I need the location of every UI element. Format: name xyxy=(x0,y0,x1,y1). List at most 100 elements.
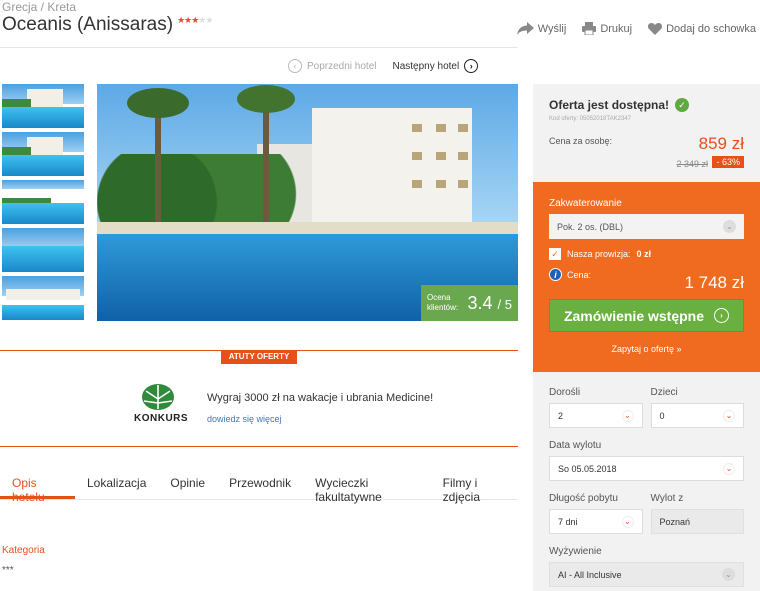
hotel-navigation: ‹ Poprzedni hotel Następny hotel › xyxy=(288,59,479,73)
hotel-stars: ★★★★★ xyxy=(177,15,213,26)
customer-rating-badge: Ocena klientów: 3.4 / 5 xyxy=(421,285,518,321)
next-hotel-label: Następny hotel xyxy=(392,60,460,72)
board-label: Wyżywienie xyxy=(549,546,602,557)
print-button[interactable]: Drukuj xyxy=(582,22,632,35)
thumbnail-strip xyxy=(0,84,86,324)
arrow-right-icon: › xyxy=(714,308,730,323)
prev-hotel-label: Poprzedni hotel xyxy=(307,60,377,72)
trip-options-form: Dorośli 2 ⌄ Dzieci 0 ⌄ Data wylotu So 05… xyxy=(549,387,744,587)
category-value: *** xyxy=(2,565,14,576)
price-per-person: 859 zł xyxy=(698,134,744,153)
chevron-right-icon: › xyxy=(464,59,479,73)
chevron-down-icon: ⌄ xyxy=(723,462,735,475)
features-bottom-divider xyxy=(0,446,518,447)
thumbnail-2[interactable] xyxy=(0,130,86,178)
departure-from-value: Poznań xyxy=(659,516,691,527)
print-label: Drukuj xyxy=(600,22,633,35)
length-select[interactable]: 7 dni ⌄ xyxy=(549,509,643,534)
pre-order-label: Zamówienie wstępne xyxy=(563,307,705,324)
booking-box: Zakwaterowanie Pok. 2 os. (DBL) ⌄ ✓ Nasz… xyxy=(533,182,760,372)
info-icon[interactable]: i xyxy=(549,268,562,281)
ask-about-offer-link[interactable]: Zapytaj o ofertę » xyxy=(549,344,744,354)
chevron-down-icon: ⌄ xyxy=(723,220,736,233)
chevron-left-icon: ‹ xyxy=(288,59,302,73)
pre-order-button[interactable]: Zamówienie wstępne › xyxy=(549,299,744,332)
stars-empty: ★★ xyxy=(198,15,213,25)
tab-location[interactable]: Lokalizacja xyxy=(75,470,158,499)
breadcrumb-country[interactable]: Grecja / xyxy=(2,0,44,14)
save-label: Dodaj do schowka xyxy=(666,22,756,35)
hotel-name: Oceanis (Anissaras) xyxy=(2,14,174,35)
breadcrumb: Grecja / Kreta xyxy=(2,0,76,14)
tab-description[interactable]: Opis hotelu xyxy=(0,470,75,504)
commission-value: 0 zł xyxy=(636,249,652,259)
header-divider xyxy=(0,47,518,48)
hotel-title-row: Oceanis (Anissaras) ★★★★★ xyxy=(2,14,213,36)
adults-value: 2 xyxy=(558,410,564,421)
main-hotel-photo[interactable]: Ocena klientów: 3.4 / 5 xyxy=(97,84,518,321)
save-to-clipboard-button[interactable]: Dodaj do schowka xyxy=(648,22,756,35)
hotel-actions: Wyślij Drukuj Dodaj do schowka xyxy=(516,22,756,35)
tab-guide[interactable]: Przewodnik xyxy=(217,470,303,499)
konkurs-label: KONKURS xyxy=(134,413,189,424)
room-label: Zakwaterowanie xyxy=(549,198,622,209)
total-price: 1 748 zł xyxy=(684,273,744,292)
tab-reviews[interactable]: Opinie xyxy=(158,470,217,499)
promo-title: Wygraj 3000 zł na wakacje i ubrania Medi… xyxy=(207,392,434,404)
tab-media[interactable]: Filmy i zdjęcia xyxy=(431,470,518,504)
adults-label: Dorośli xyxy=(549,387,581,398)
check-icon: ✓ xyxy=(675,98,690,112)
booking-panel: Oferta jest dostępna! ✓ Kod oferty: 0505… xyxy=(533,84,760,591)
per-person-label: Cena za osobę: xyxy=(549,136,613,146)
children-select[interactable]: 0 ⌄ xyxy=(650,403,744,428)
departure-date-select[interactable]: So 05.05.2018 ⌄ xyxy=(549,456,744,481)
promo-learn-more-link[interactable]: dowiedz się więcej xyxy=(207,414,282,424)
departure-value: So 05.05.2018 xyxy=(558,463,617,474)
adults-select[interactable]: 2 ⌄ xyxy=(549,403,643,428)
room-select[interactable]: Pok. 2 os. (DBL) ⌄ xyxy=(549,214,744,239)
departure-from-select[interactable]: Poznań xyxy=(650,509,744,534)
chevron-down-icon: ⌄ xyxy=(621,409,634,422)
board-select[interactable]: AI - All Inclusive ⌄ xyxy=(549,562,744,587)
share-arrow-icon xyxy=(516,22,534,35)
offer-summary: Oferta jest dostępna! ✓ Kod oferty: 0505… xyxy=(533,84,760,182)
board-value: AI - All Inclusive xyxy=(558,569,622,580)
commission-checkbox[interactable]: ✓ xyxy=(549,248,561,260)
discount-badge: - 63% xyxy=(712,156,744,168)
monstera-leaf-icon xyxy=(142,384,174,410)
breadcrumb-region[interactable]: Kreta xyxy=(47,0,76,14)
features-badge: ATUTY OFERTY xyxy=(221,350,297,364)
old-price: 2 349 zł xyxy=(676,159,708,169)
total-price-row: i Cena: 1 748 zł xyxy=(549,268,744,293)
commission-label: Nasza prowizja: xyxy=(567,249,631,259)
thumbnail-5[interactable] xyxy=(2,276,84,320)
thumbnail-3[interactable] xyxy=(2,180,84,224)
thumbnail-1[interactable] xyxy=(2,84,84,128)
offer-available-title: Oferta jest dostępna! ✓ xyxy=(549,98,744,112)
children-value: 0 xyxy=(659,410,665,421)
chevron-down-icon: ⌄ xyxy=(722,568,735,581)
heart-icon xyxy=(648,23,663,35)
rating-label: Ocena klientów: xyxy=(427,293,459,312)
children-label: Dzieci xyxy=(650,387,678,398)
send-button[interactable]: Wyślij xyxy=(516,22,567,35)
stars-filled: ★★★ xyxy=(177,15,199,25)
departure-label: Data wylotu xyxy=(549,440,602,451)
room-value: Pok. 2 os. (DBL) xyxy=(557,221,624,232)
printer-icon xyxy=(582,22,597,35)
length-value: 7 dni xyxy=(558,516,578,527)
tab-excursions[interactable]: Wycieczki fakultatywne xyxy=(303,470,431,504)
send-label: Wyślij xyxy=(537,22,567,35)
offer-code: Kod oferty: 05052018TAK2347 xyxy=(549,116,631,122)
commission-row: ✓ Nasza prowizja: 0 zł xyxy=(549,248,744,260)
prev-hotel-link[interactable]: ‹ Poprzedni hotel xyxy=(288,59,377,73)
price-label: Cena: xyxy=(567,269,592,280)
length-label: Długość pobytu xyxy=(549,493,618,504)
next-hotel-link[interactable]: Następny hotel › xyxy=(393,59,479,73)
rating-value: 3.4 / 5 xyxy=(467,292,512,313)
departure-from-label: Wylot z xyxy=(650,493,684,504)
chevron-down-icon: ⌄ xyxy=(621,515,634,528)
hotel-tabs: Opis hotelu Lokalizacja Opinie Przewodni… xyxy=(0,470,518,504)
thumbnail-4[interactable] xyxy=(2,228,84,272)
chevron-down-icon: ⌄ xyxy=(723,409,735,422)
